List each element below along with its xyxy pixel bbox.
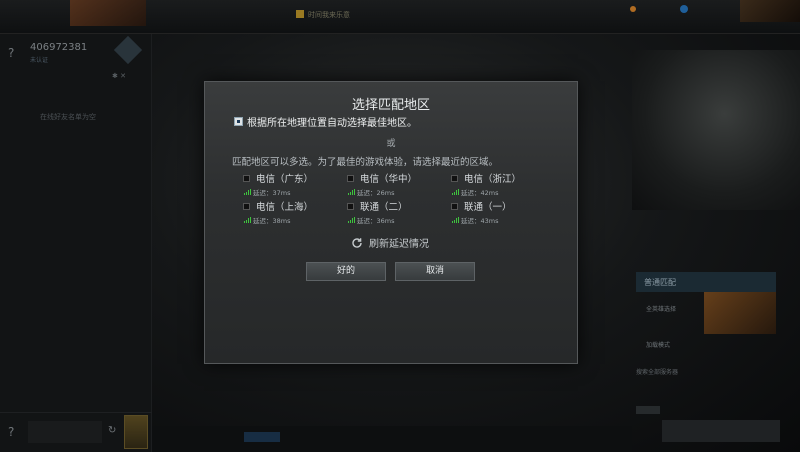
bottom-indicator bbox=[244, 432, 280, 442]
region-latency: 延迟：43ms bbox=[461, 217, 499, 225]
signal-icon bbox=[452, 217, 459, 223]
profile-thumbnail bbox=[740, 0, 800, 22]
refresh-label[interactable]: 刷新延迟情况 bbox=[369, 235, 429, 250]
bottom-bar bbox=[152, 426, 632, 452]
region-name[interactable]: 联通（二） bbox=[360, 199, 408, 213]
signal-icon bbox=[244, 217, 251, 223]
rank-emblem-icon bbox=[113, 35, 143, 65]
load-mode-option: 加载模式 bbox=[646, 342, 671, 349]
friends-panel: ? 406972381 未认证 ✱ ✕ 在线好友名单为空 ? ↻ bbox=[0, 34, 152, 452]
chat-input-placeholder bbox=[28, 421, 102, 443]
signal-icon bbox=[452, 189, 459, 195]
refresh-icon bbox=[352, 237, 362, 248]
info-text: 匹配地区可以多选。为了最佳的游戏体验，请选择最近的区域。 bbox=[232, 157, 499, 168]
region-name[interactable]: 电信（上海） bbox=[256, 199, 313, 213]
panel-tools-icon: ✱ ✕ bbox=[112, 72, 126, 80]
region-item[interactable]: 电信（浙江） 延迟：42ms bbox=[451, 171, 551, 197]
top-center-label: 时间我来乐意 bbox=[296, 10, 350, 20]
region-latency: 延迟：42ms bbox=[461, 189, 499, 197]
region-name[interactable]: 电信（广东） bbox=[256, 171, 313, 185]
region-name[interactable]: 联通（一） bbox=[464, 199, 512, 213]
region-checkbox[interactable] bbox=[243, 202, 250, 210]
server-option: 搜索全部服务器 bbox=[636, 369, 679, 376]
hero-art bbox=[632, 50, 800, 210]
cancel-button[interactable]: 取消 bbox=[395, 262, 475, 281]
region-item[interactable]: 电信（上海） 延迟：38ms bbox=[243, 199, 343, 225]
swap-icon: ↻ bbox=[108, 425, 117, 436]
user-status: 未认证 bbox=[30, 57, 49, 64]
auto-select-label[interactable]: 根据所在地理位置自动选择最佳地区。 bbox=[247, 114, 417, 129]
region-latency: 延迟：36ms bbox=[357, 217, 395, 225]
ok-button[interactable]: 好的 bbox=[306, 262, 386, 281]
hero-thumbnail bbox=[70, 0, 146, 26]
region-checkbox[interactable] bbox=[451, 174, 458, 182]
region-item[interactable]: 联通（一） 延迟：43ms bbox=[451, 199, 551, 225]
region-name[interactable]: 电信（浙江） bbox=[464, 171, 521, 185]
region-item[interactable]: 电信（华中） 延迟：26ms bbox=[347, 171, 447, 197]
notification-icon bbox=[630, 6, 636, 12]
game-mode-option: 全英雄选择 bbox=[646, 306, 677, 313]
matchmaking-art bbox=[704, 292, 776, 334]
matchmaking-title: 普通匹配 bbox=[636, 272, 776, 292]
region-checkbox[interactable] bbox=[451, 202, 458, 210]
chat-bar: ? ↻ bbox=[0, 412, 152, 452]
region-item[interactable]: 电信（广东） 延迟：37ms bbox=[243, 171, 343, 197]
auto-select-checkbox[interactable] bbox=[234, 117, 243, 126]
auto-select-row[interactable]: 根据所在地理位置自动选择最佳地区。 bbox=[234, 114, 417, 129]
user-id: 406972381 bbox=[30, 42, 88, 53]
dialog-title: 选择匹配地区 bbox=[351, 98, 430, 113]
region-latency: 延迟：26ms bbox=[357, 189, 395, 197]
signal-icon bbox=[348, 217, 355, 223]
find-match-button bbox=[662, 420, 780, 442]
status-icon bbox=[680, 5, 688, 13]
help-icon-bottom: ? bbox=[8, 425, 15, 439]
or-label: 或 bbox=[386, 139, 396, 149]
region-checkbox[interactable] bbox=[243, 174, 250, 182]
refresh-latency-button[interactable]: 刷新延迟情况 bbox=[351, 235, 429, 250]
card-icon bbox=[124, 415, 148, 449]
play-panel: 普通匹配 全英雄选择 加载模式 搜索全部服务器 bbox=[632, 34, 800, 452]
region-latency: 延迟：38ms bbox=[253, 217, 291, 225]
help-icon: ? bbox=[8, 46, 15, 60]
region-checkbox[interactable] bbox=[347, 202, 354, 210]
friends-empty-text: 在线好友名单为空 bbox=[40, 113, 96, 121]
region-name[interactable]: 电信（华中） bbox=[360, 171, 417, 185]
signal-icon bbox=[244, 189, 251, 195]
region-latency: 延迟：37ms bbox=[253, 189, 291, 197]
signal-icon bbox=[348, 189, 355, 195]
region-checkbox[interactable] bbox=[347, 174, 354, 182]
region-select-dialog: 选择匹配地区 根据所在地理位置自动选择最佳地区。 或 匹配地区可以多选。为了最佳… bbox=[204, 81, 578, 364]
toggle-bar bbox=[636, 406, 660, 414]
region-item[interactable]: 联通（二） 延迟：36ms bbox=[347, 199, 447, 225]
